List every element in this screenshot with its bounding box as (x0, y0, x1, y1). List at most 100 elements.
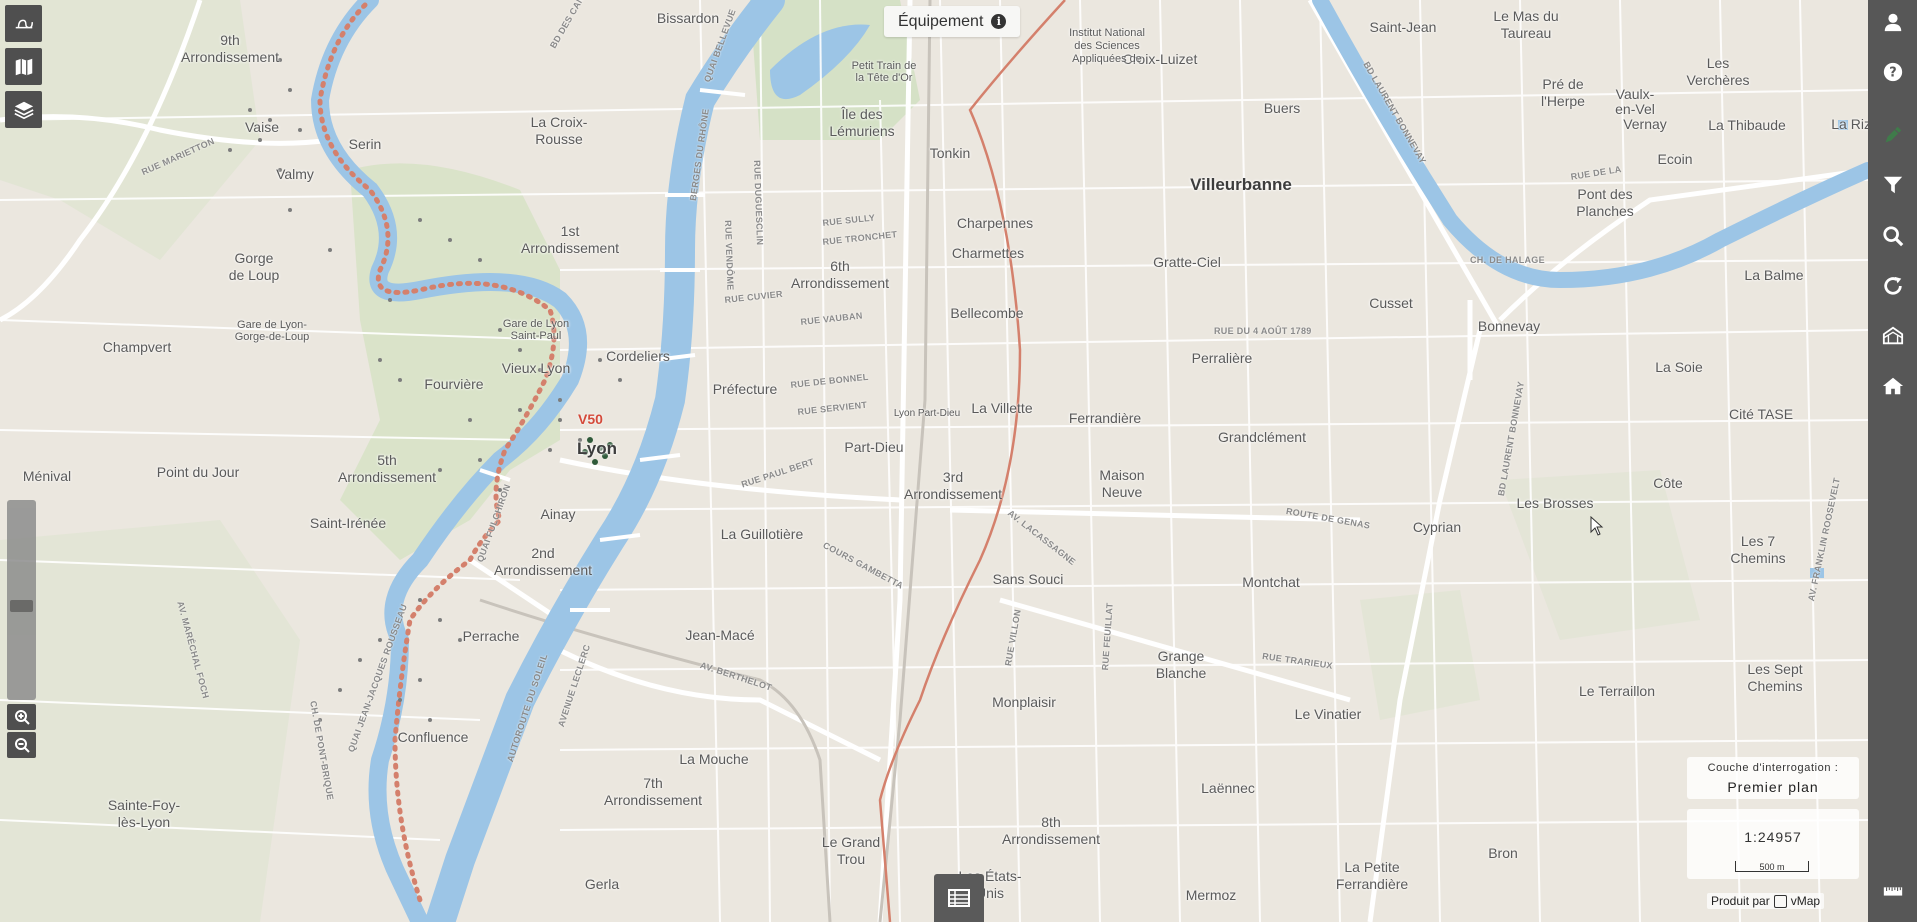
place-label: Grandclément (1218, 429, 1306, 445)
place-label: Arrondissement (180, 49, 280, 65)
map-button[interactable] (5, 48, 42, 85)
table-icon (948, 889, 970, 907)
place-label: l'Herpe (1541, 93, 1585, 109)
place-label: Ferrandière (1068, 410, 1142, 426)
place-label: Cyprian (1412, 519, 1462, 535)
place-label: 6th (830, 258, 850, 274)
place-label: Appliquées de (1072, 53, 1142, 65)
equipment-button[interactable]: Équipement i (884, 6, 1021, 37)
place-label: Rousse (535, 131, 583, 147)
place-label: Le Vinatier (1294, 706, 1362, 722)
place-label: Ferrandière (1335, 876, 1409, 892)
credit[interactable]: Produit par vMap (1707, 893, 1825, 909)
zoom-slider[interactable] (7, 500, 36, 700)
place-label: Ecoin (1657, 151, 1693, 167)
place-label: Bissardon (656, 10, 720, 26)
zoom-in-button[interactable] (7, 704, 36, 730)
edit-button[interactable] (1868, 115, 1917, 155)
map-canvas[interactable]: Bissardon 9th Arrondissement Vaise Valmy… (0, 0, 1868, 922)
zoom-slider-thumb[interactable] (10, 600, 33, 612)
place-label: 9th (220, 32, 240, 48)
place-label: La Villette (971, 400, 1033, 416)
help-icon: ? (1883, 62, 1902, 82)
place-label: Grange (1157, 648, 1205, 664)
place-label: Laënnec (1201, 780, 1255, 796)
place-label: La Guillotière (720, 526, 804, 542)
attribute-table-toggle[interactable] (934, 874, 984, 922)
place-label: Chemins (1730, 550, 1786, 566)
filter-button[interactable] (1868, 165, 1917, 205)
place-label: Lyon Part-Dieu (893, 408, 961, 419)
place-label: Valmy (276, 166, 314, 182)
query-layer-value[interactable]: Premier plan (1687, 779, 1859, 795)
place-label: Arrondissement (603, 792, 703, 808)
layers-button[interactable] (5, 91, 42, 128)
place-label: la Tête d'Or (855, 72, 913, 84)
scale-bar: 500 m (1735, 861, 1809, 872)
zoom-in-icon (14, 710, 30, 725)
ruler-button[interactable] (1868, 871, 1917, 911)
place-label: Sans Souci (992, 571, 1064, 587)
place-label: Gorge (234, 250, 274, 266)
place-label: Côte (1653, 475, 1683, 491)
user-button[interactable] (1868, 2, 1917, 42)
right-toolbar: ? (1868, 0, 1917, 922)
scale-panel: 1:24957 500 m (1687, 809, 1859, 879)
place-label: Monplaisir (992, 694, 1056, 710)
home-icon (1882, 377, 1903, 395)
place-label: Lyon (577, 439, 617, 458)
map-marker-label[interactable]: V50 (578, 411, 603, 427)
place-label: Île des (841, 106, 883, 122)
place-label: Les 7 (1740, 533, 1776, 549)
refresh-button[interactable] (1868, 266, 1917, 306)
place-label: Jean-Macé (685, 627, 755, 643)
place-label: Point du Jour (156, 464, 240, 480)
mouse-cursor-icon (1590, 516, 1604, 536)
map-base (0, 0, 1868, 922)
place-label: de Loup (228, 267, 280, 283)
credit-prefix: Produit par (1711, 894, 1770, 908)
place-label: Le Grand (821, 834, 881, 850)
place-label: Les (1706, 55, 1730, 71)
svg-text:?: ? (1889, 66, 1896, 81)
place-label: 5th (377, 452, 397, 468)
home-button[interactable] (1868, 366, 1917, 406)
credit-brand: vMap (1790, 894, 1821, 908)
street-label: RUE DU 4 AOÛT 1789 (1214, 326, 1312, 336)
place-label: Ménival (22, 468, 72, 484)
place-label: Pont des (1577, 186, 1633, 202)
place-label: 1st (560, 223, 580, 239)
place-label: Gratte-Ciel (1153, 254, 1221, 270)
layers-icon (13, 101, 34, 119)
zoom-out-button[interactable] (7, 732, 36, 758)
help-button[interactable]: ? (1868, 52, 1917, 92)
place-label: Bellecombe (950, 305, 1024, 321)
logo-button[interactable] (5, 5, 42, 42)
place-label: Préfecture (712, 381, 778, 397)
place-label: Charpennes (956, 215, 1034, 231)
place-label: Cité TASE (1728, 406, 1794, 422)
info-icon[interactable]: i (991, 14, 1007, 29)
map-view-button[interactable] (1868, 316, 1917, 356)
place-label: Part-Dieu (844, 439, 904, 455)
place-label: Mermoz (1185, 887, 1237, 903)
logo-icon (15, 19, 33, 28)
place-label: 3rd (942, 469, 964, 485)
place-label: Vaise (245, 119, 279, 135)
place-label: Perralière (1191, 350, 1253, 366)
query-layer-label: Couche d'interrogation : (1707, 762, 1839, 774)
place-label: Montchat (1242, 574, 1300, 590)
place-label: 8th (1041, 814, 1061, 830)
map-icon (15, 58, 32, 75)
place-label: Verchères (1686, 72, 1750, 88)
place-label: Champvert (102, 339, 172, 355)
place-label: Arrondissement (790, 275, 890, 291)
search-button[interactable] (1868, 216, 1917, 256)
query-layer-panel[interactable]: Couche d'interrogation : Premier plan (1687, 757, 1859, 799)
place-label: Vernay (1623, 116, 1667, 132)
ruler-icon (1883, 887, 1902, 896)
street-label: CH. DE HALAGE (1470, 255, 1545, 265)
edit-pen-icon (1885, 126, 1901, 143)
place-label: Confluence (397, 729, 469, 745)
place-label: Vieux Lyon (501, 360, 571, 376)
